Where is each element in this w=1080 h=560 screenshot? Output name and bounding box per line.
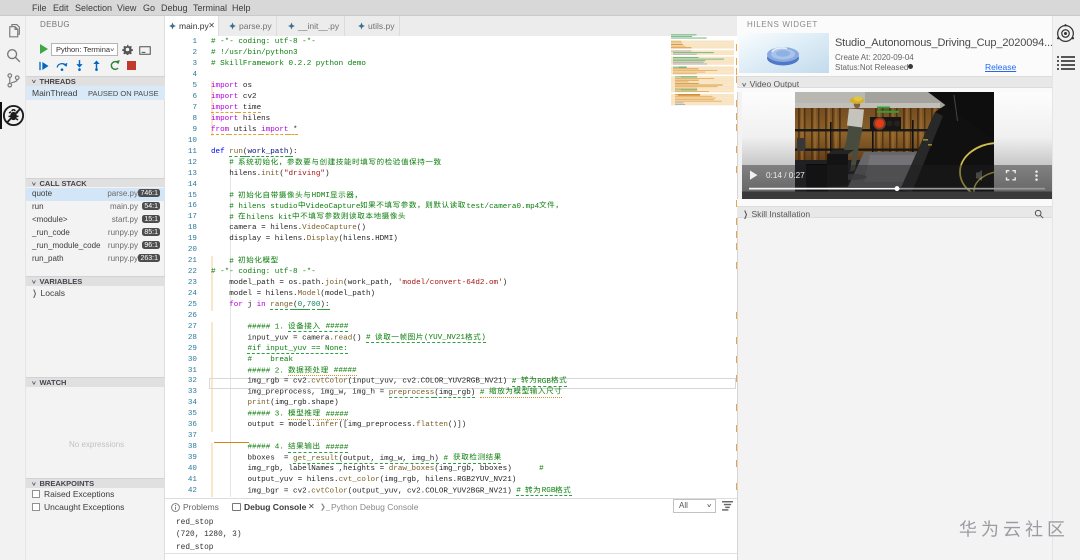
svg-text:0:14 / 0:27: 0:14 / 0:27 [766,171,805,180]
